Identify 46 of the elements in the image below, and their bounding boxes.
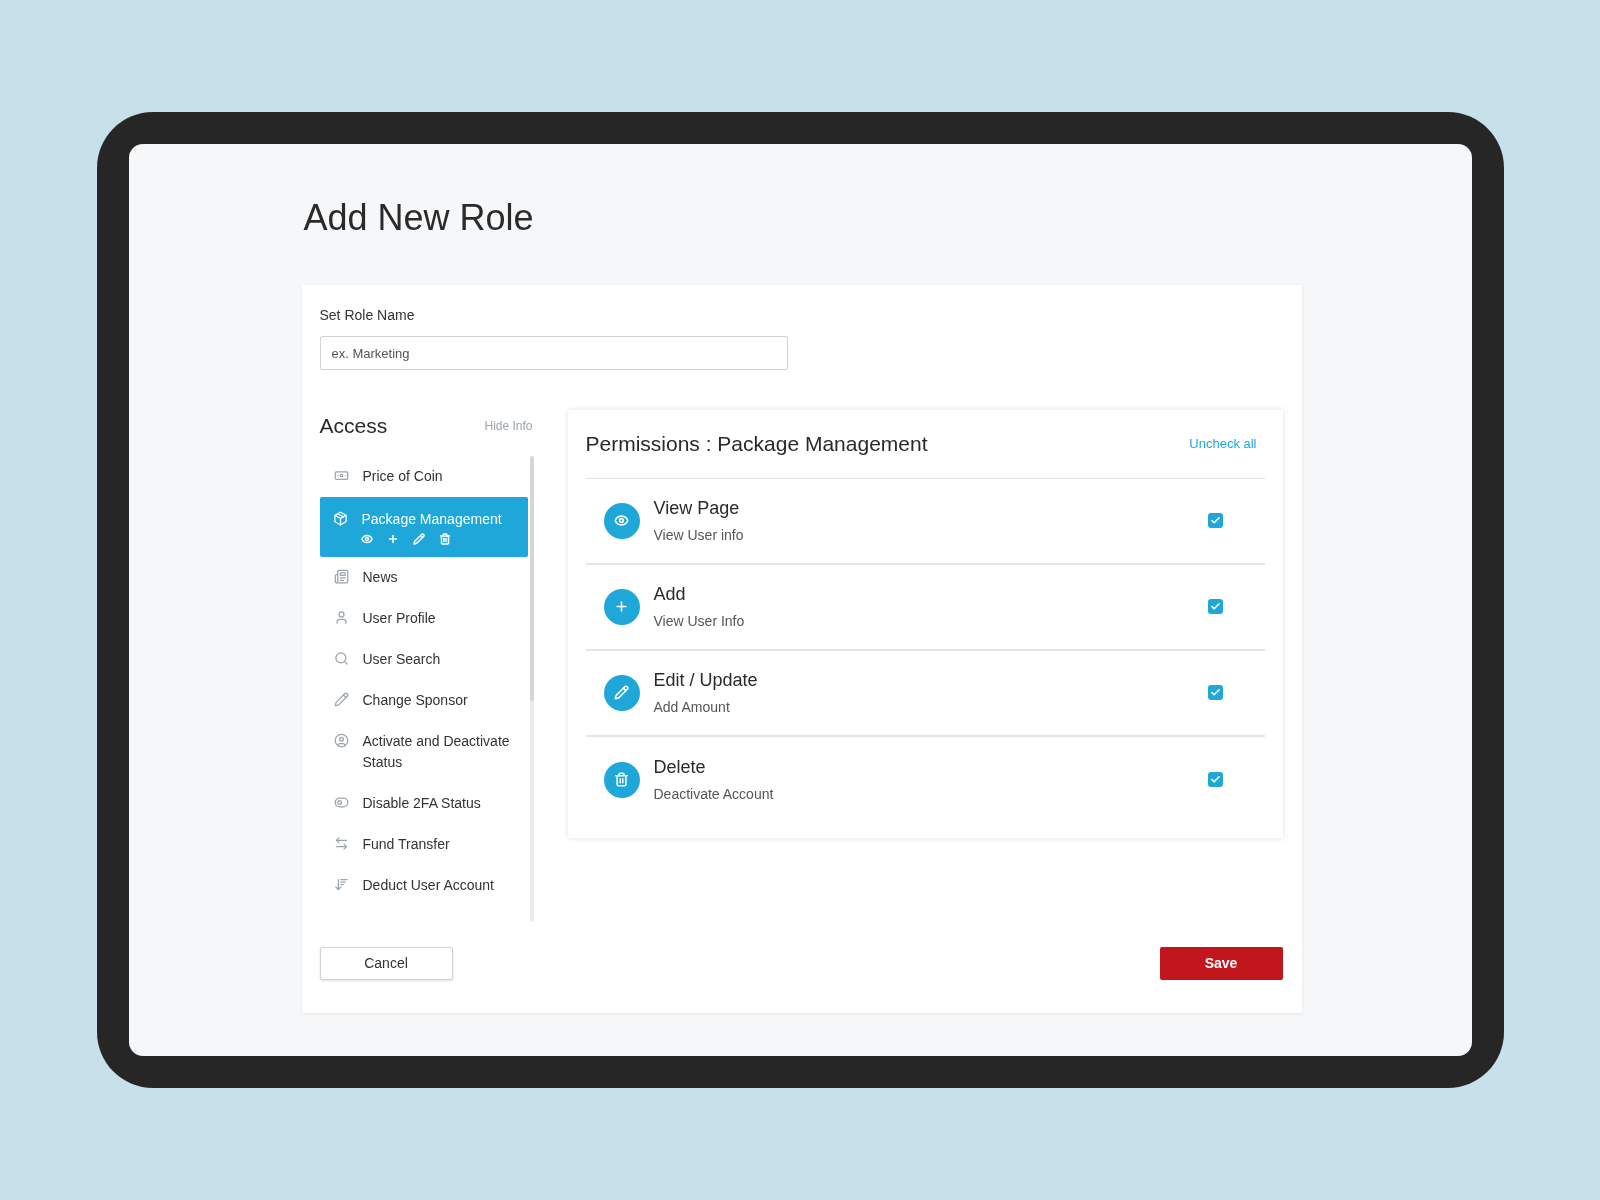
- eye-icon[interactable]: [360, 532, 373, 545]
- field-label: Set Role Name: [319, 306, 415, 325]
- permissions-title: Permissions : Package Management: [585, 431, 928, 457]
- save-button[interactable]: Save: [1159, 947, 1283, 980]
- toggle-icon: [333, 794, 349, 810]
- access-item[interactable]: Price of Coin: [319, 455, 528, 497]
- page-title: Add New Role: [303, 200, 534, 236]
- access-item[interactable]: News: [319, 556, 528, 598]
- permission-checkbox[interactable]: [1207, 513, 1223, 528]
- permission-title: Add: [653, 583, 686, 606]
- permission-checkbox[interactable]: [1207, 772, 1223, 787]
- permission-title: View Page: [653, 497, 740, 520]
- arrows-icon: [333, 835, 349, 851]
- permission-checkbox[interactable]: [1207, 599, 1223, 614]
- checkmark-icon: [1209, 687, 1221, 698]
- permission-description: Deactivate Account: [653, 785, 774, 804]
- trash-icon[interactable]: [438, 532, 451, 545]
- plus-icon[interactable]: [386, 532, 399, 545]
- newspaper-icon: [333, 568, 349, 584]
- permission-title: Delete: [653, 756, 706, 779]
- access-item[interactable]: User Search: [319, 638, 528, 680]
- checkmark-icon: [1209, 774, 1221, 785]
- access-item[interactable]: Disable 2FA Status: [319, 782, 528, 824]
- permission-description: View User info: [653, 526, 744, 545]
- access-item[interactable]: Fund Transfer: [319, 823, 528, 865]
- permission-description: View User Info: [653, 612, 745, 631]
- role-name-field[interactable]: ex. Marketing: [319, 336, 788, 370]
- access-item[interactable]: Activate and Deactivate Status: [319, 720, 528, 783]
- pencil-icon[interactable]: [412, 532, 425, 545]
- cancel-button[interactable]: Cancel: [319, 947, 453, 980]
- user-circle-icon: [333, 732, 349, 748]
- access-item[interactable]: Change Sponsor: [319, 679, 528, 721]
- search-icon: [333, 650, 349, 666]
- permission-checkbox[interactable]: [1207, 685, 1223, 700]
- sort-icon: [333, 876, 349, 892]
- checkmark-icon: [1209, 601, 1221, 612]
- permission-description: Add Amount: [653, 698, 730, 717]
- pencil-icon: [333, 691, 349, 707]
- access-item[interactable]: User Profile: [319, 597, 528, 639]
- user-icon: [333, 609, 349, 625]
- package-icon: [332, 510, 348, 526]
- permission-title: Edit / Update: [653, 669, 758, 692]
- access-title: Access: [319, 413, 388, 439]
- access-item[interactable]: Deduct User Account: [319, 864, 528, 906]
- scrollbar[interactable]: [529, 455, 534, 922]
- checkmark-icon: [1209, 515, 1221, 526]
